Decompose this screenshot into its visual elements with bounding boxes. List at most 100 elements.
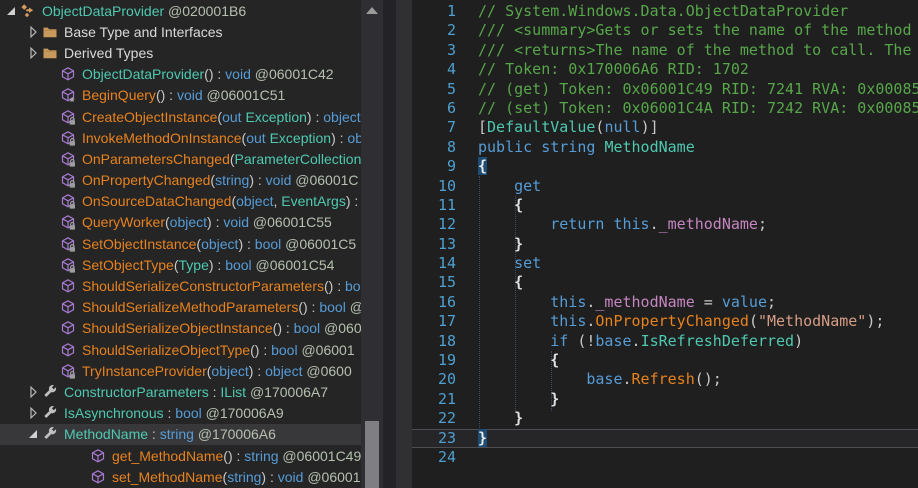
code-line[interactable]: 11 { [412,196,918,215]
tree-row[interactable]: ObjectDataProvider @020001B6 [0,0,361,21]
code-line[interactable]: 3/// <returns>The name of the method to … [412,41,918,60]
code-line[interactable]: 19 { [412,351,918,370]
scrollbar-thumb[interactable] [365,421,379,488]
line-number[interactable]: 16 [412,293,456,312]
line-number[interactable]: 7 [412,118,456,137]
code-line[interactable]: 13 } [412,235,918,254]
line-number[interactable]: 12 [412,215,456,234]
tree-row[interactable]: ShouldSerializeObjectType() : bool @0600… [0,339,361,360]
code-line[interactable]: 6// (set) Token: 0x06001C4A RID: 7242 RV… [412,99,918,118]
expander-placeholder [42,193,60,209]
tree-row[interactable]: ObjectDataProvider() : void @06001C42 [0,64,361,85]
expander-placeholder [42,320,60,336]
label-segment: @06001C51 [203,87,286,103]
label-segment: out [222,109,245,125]
tree-row[interactable]: ShouldSerializeMethodParameters() : bool… [0,297,361,318]
method-private-icon [60,193,82,209]
tree-row[interactable]: SetObjectType(Type) : bool @06001C54 [0,254,361,275]
code-line[interactable]: 16 this._methodName = value; [412,293,918,312]
tree-row[interactable]: ConstructorParameters : IList @170006A7 [0,381,361,402]
tree-row[interactable]: ShouldSerializeObjectInstance() : bool @… [0,318,361,339]
tree-row[interactable]: ShouldSerializeConstructorParameters() :… [0,275,361,296]
line-number[interactable]: 3 [412,41,456,60]
line-number[interactable]: 9 [412,157,456,176]
tree-row[interactable]: Derived Types [0,42,361,63]
chevron-collapsed-icon[interactable] [24,405,42,421]
code-line[interactable]: 4// Token: 0x170006A6 RID: 1702 [412,60,918,79]
label-segment: @06001C55 [249,214,332,230]
code-line[interactable]: 17 this.OnPropertyChanged("MethodName"); [412,312,918,331]
tree-row[interactable]: set_MethodName(string) : void @06001C [0,466,361,487]
label-segment: TryInstanceProvider [82,363,207,379]
tree-scrollbar[interactable] [361,0,383,488]
scrollbar-up-icon[interactable] [366,7,378,14]
chevron-expanded-icon[interactable] [24,426,42,442]
line-number[interactable]: 19 [412,351,456,370]
tree-row[interactable]: get_MethodName() : string @06001C49 [0,445,361,466]
code-line[interactable]: 20 base.Refresh(); [412,370,918,389]
line-number[interactable]: 17 [412,312,456,331]
line-number[interactable]: 1 [412,2,456,21]
label-segment: SetObjectInstance [82,236,196,252]
code-line[interactable]: 23} [412,429,918,448]
chevron-expanded-icon[interactable] [2,3,20,19]
code-text: } [456,390,559,409]
line-number[interactable]: 20 [412,370,456,389]
code-line[interactable]: 18 if (!base.IsRefreshDeferred) [412,332,918,351]
chevron-collapsed-icon[interactable] [24,384,42,400]
line-number[interactable]: 24 [412,448,456,467]
label-segment: () : [156,87,177,103]
tree-row[interactable]: QueryWorker(object) : void @06001C55 [0,212,361,233]
tree-row[interactable]: OnSourceDataChanged(object, EventArgs) : [0,191,361,212]
line-number[interactable]: 6 [412,99,456,118]
code-line[interactable]: 2 /// <summary>Gets or sets the name of t… [412,21,918,40]
code-line[interactable]: 24 [412,448,918,467]
tree-row[interactable]: BeginQuery() : void @06001C51 [0,85,361,106]
code-line[interactable]: 10 get [412,177,918,196]
code-text: } [456,409,523,428]
label-segment: bool [345,278,361,294]
line-number[interactable]: 5 [412,80,456,99]
code-line[interactable]: 22 } [412,409,918,428]
label-segment: OnPropertyChanged [82,172,210,188]
tree-row[interactable]: Base Type and Interfaces [0,21,361,42]
tree-row-label: SetObjectType(Type) : bool @06001C54 [82,257,334,273]
code-line[interactable]: 14 set [412,254,918,273]
tree-row[interactable]: MethodName : string @170006A6 [0,424,361,445]
tree-row[interactable]: OnParametersChanged(ParameterCollection [0,148,361,169]
tree-row[interactable]: InvokeMethodOnInstance(out Exception) : … [0,127,361,148]
line-number[interactable]: 2 [412,21,456,40]
decompiled-code-editor[interactable]: 1// System.Windows.Data.ObjectDataProvid… [412,0,918,488]
line-number[interactable]: 22 [412,409,456,428]
chevron-collapsed-icon[interactable] [24,45,42,61]
code-line[interactable]: 1// System.Windows.Data.ObjectDataProvid… [412,2,918,21]
line-number[interactable]: 14 [412,254,456,273]
code-text: base.Refresh(); [456,370,722,389]
panel-splitter[interactable] [383,0,396,488]
line-number[interactable]: 15 [412,273,456,292]
tree-row[interactable]: OnPropertyChanged(string) : void @06001C [0,170,361,191]
line-number[interactable]: 10 [412,177,456,196]
tree-row[interactable]: IsAsynchronous : bool @170006A9 [0,403,361,424]
line-number[interactable]: 18 [412,332,456,351]
line-number[interactable]: 11 [412,196,456,215]
tree-row[interactable]: TryInstanceProvider(object) : object @06… [0,360,361,381]
code-line[interactable]: 15 { [412,273,918,292]
code-segment: /// <summary>Gets or sets the name of th… [478,21,918,39]
assembly-explorer-tree[interactable]: ObjectDataProvider @020001B6Base Type an… [0,0,361,488]
line-number[interactable]: 4 [412,60,456,79]
chevron-collapsed-icon[interactable] [24,24,42,40]
code-line[interactable]: 7[DefaultValue(null)] [412,118,918,137]
line-number[interactable]: 21 [412,390,456,409]
code-line[interactable]: 21 } [412,390,918,409]
line-number[interactable]: 8 [412,138,456,157]
line-number[interactable]: 23 [412,430,456,447]
tree-row[interactable]: CreateObjectInstance(out Exception) : ob… [0,106,361,127]
expander-placeholder [42,299,60,315]
line-number[interactable]: 13 [412,235,456,254]
tree-row[interactable]: SetObjectInstance(object) : bool @06001C… [0,233,361,254]
code-line[interactable]: 8public string MethodName [412,138,918,157]
code-line[interactable]: 5// (get) Token: 0x06001C49 RID: 7241 RV… [412,80,918,99]
code-line[interactable]: 9{ [412,157,918,176]
code-line[interactable]: 12 return this._methodName; [412,215,918,234]
